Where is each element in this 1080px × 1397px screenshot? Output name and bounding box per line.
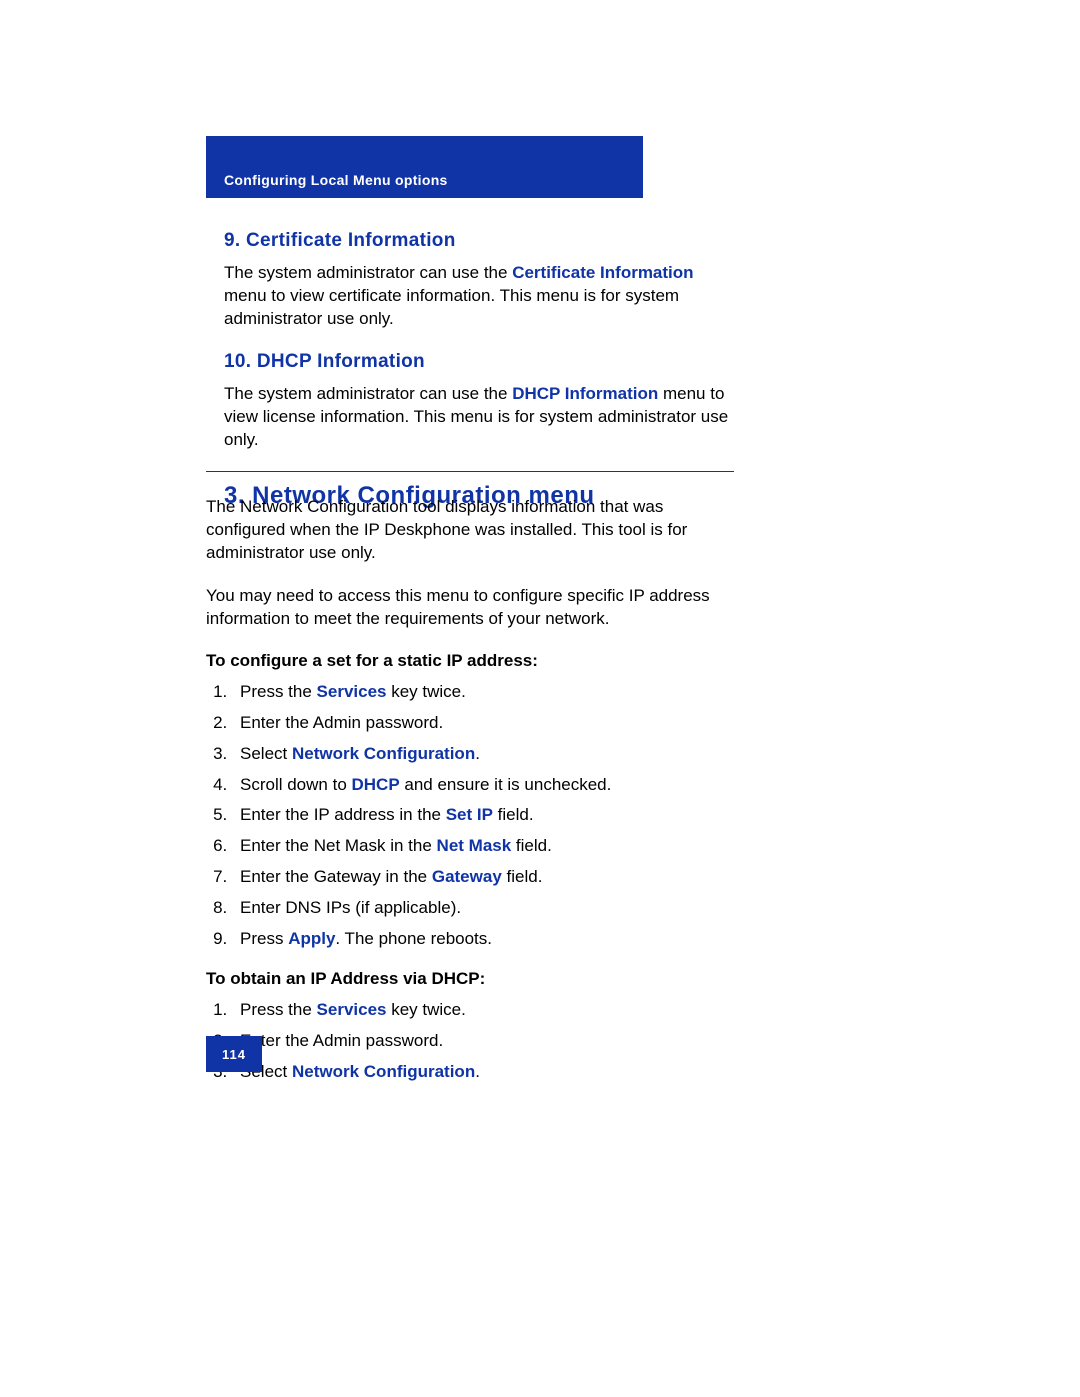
text: field. <box>502 867 543 886</box>
step-item: Enter the Net Mask in the Net Mask field… <box>232 835 734 858</box>
text: field. <box>493 805 534 824</box>
text: Press the <box>240 1000 317 1019</box>
text: menu to view certificate information. Th… <box>224 286 679 328</box>
text: The system administrator can use the <box>224 263 512 282</box>
step-item: Press the Services key twice. <box>232 681 734 704</box>
section-rule <box>206 471 734 472</box>
text: Enter the IP address in the <box>240 805 446 824</box>
procedure-title-dhcp: To obtain an IP Address via DHCP: <box>206 969 734 989</box>
step-item: Enter the Admin password. <box>232 712 734 735</box>
step-item: Press Apply. The phone reboots. <box>232 928 734 951</box>
step-item: Select Network Configuration. <box>232 743 734 766</box>
text: Scroll down to <box>240 775 352 794</box>
text: . <box>475 744 480 763</box>
text: key twice. <box>387 1000 466 1019</box>
inline-bold: DHCP <box>352 775 400 794</box>
chapter-header-text: Configuring Local Menu options <box>224 172 448 188</box>
content-lower: The Network Configuration tool displays … <box>206 467 734 1102</box>
heading-certificate-info: 9. Certificate Information <box>224 230 734 252</box>
text: Select <box>240 744 292 763</box>
text: . <box>475 1062 480 1081</box>
page-number: 114 <box>206 1036 262 1072</box>
para-net-2: You may need to access this menu to conf… <box>206 585 734 631</box>
step-item: Scroll down to DHCP and ensure it is unc… <box>232 774 734 797</box>
steps-static-ip: Press the Services key twice. Enter the … <box>206 681 734 951</box>
inline-bold: Network Configuration <box>292 1062 475 1081</box>
inline-bold: Net Mask <box>437 836 512 855</box>
inline-bold: Network Configuration <box>292 744 475 763</box>
inline-bold: Apply <box>288 929 335 948</box>
heading-dhcp-info: 10. DHCP Information <box>224 351 734 373</box>
procedure-title-static-ip: To configure a set for a static IP addre… <box>206 651 734 671</box>
step-item: Enter DNS IPs (if applicable). <box>232 897 734 920</box>
inline-bold: Services <box>317 1000 387 1019</box>
inline-bold: Gateway <box>432 867 502 886</box>
text: Press <box>240 929 288 948</box>
step-item: Press the Services key twice. <box>232 999 734 1022</box>
text: key twice. <box>387 682 466 701</box>
steps-dhcp: Press the Services key twice. Enter the … <box>206 999 734 1084</box>
inline-bold: Set IP <box>446 805 493 824</box>
inline-bold: DHCP Information <box>512 384 658 403</box>
step-item: Enter the IP address in the Set IP field… <box>232 804 734 827</box>
para-dhcp-info: The system administrator can use the DHC… <box>224 383 734 452</box>
text: . The phone reboots. <box>335 929 492 948</box>
text: Enter the Net Mask in the <box>240 836 437 855</box>
page-number-text: 114 <box>222 1047 246 1062</box>
inline-bold: Certificate Information <box>512 263 693 282</box>
inline-bold: Services <box>317 682 387 701</box>
step-item: Enter the Admin password. <box>232 1030 734 1053</box>
para-certificate-info: The system administrator can use the Cer… <box>224 262 734 331</box>
step-item: Select Network Configuration. <box>232 1061 734 1084</box>
text: Press the <box>240 682 317 701</box>
para-net-1: The Network Configuration tool displays … <box>206 496 734 565</box>
text: and ensure it is unchecked. <box>400 775 612 794</box>
document-page: Configuring Local Menu options 9. Certif… <box>0 0 1080 1397</box>
text: The system administrator can use the <box>224 384 512 403</box>
chapter-header: Configuring Local Menu options <box>206 136 643 198</box>
step-item: Enter the Gateway in the Gateway field. <box>232 866 734 889</box>
text: field. <box>511 836 552 855</box>
text: Enter the Gateway in the <box>240 867 432 886</box>
